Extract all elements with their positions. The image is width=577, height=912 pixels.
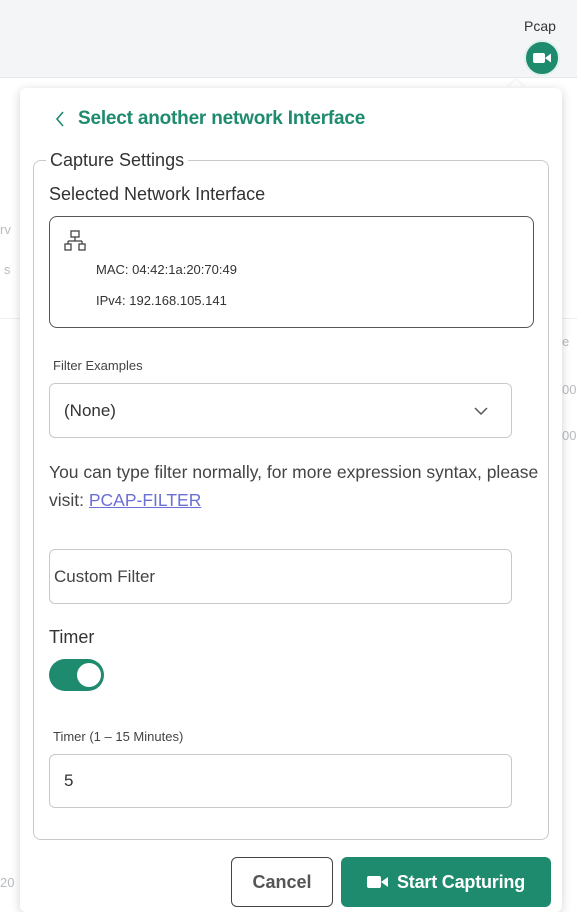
- background-text-fragment: 20: [0, 875, 15, 890]
- pcap-filter-link[interactable]: PCAP-FILTER: [89, 490, 201, 510]
- capture-settings-legend: Capture Settings: [50, 150, 185, 170]
- timer-label: Timer: [49, 627, 95, 647]
- top-bar: [0, 0, 577, 78]
- timer-range-label: Timer (1 – 15 Minutes): [53, 729, 184, 744]
- pcap-label: Pcap: [524, 18, 556, 34]
- background-text-fragment: s: [4, 262, 11, 277]
- network-icon: [64, 230, 86, 251]
- selected-interface-card: MAC: 04:42:1a:20:70:49 IPv4: 192.168.105…: [49, 216, 534, 328]
- video-camera-icon: [366, 876, 388, 888]
- background-text-fragment: rv: [0, 222, 11, 237]
- cancel-button[interactable]: Cancel: [231, 857, 333, 907]
- start-capturing-label: Start Capturing: [396, 871, 525, 892]
- filter-examples-label: Filter Examples: [53, 358, 143, 373]
- filter-examples-select[interactable]: (None): [49, 383, 512, 438]
- pcap-button[interactable]: [524, 40, 560, 76]
- chevron-down-icon: [474, 407, 488, 416]
- back-to-interfaces-link[interactable]: Select another network Interface: [52, 108, 365, 130]
- background-text-fragment: 00: [562, 428, 577, 443]
- video-camera-icon: [533, 53, 551, 63]
- timer-toggle[interactable]: [49, 659, 104, 691]
- selected-interface-title: Selected Network Interface: [49, 184, 266, 204]
- background-text-fragment: e: [562, 334, 570, 349]
- chevron-left-icon: [52, 111, 68, 127]
- timer-minutes-input[interactable]: [49, 754, 512, 808]
- toggle-knob: [77, 663, 101, 687]
- background-text-fragment: 00: [562, 382, 577, 397]
- filter-examples-value: (None): [64, 400, 116, 420]
- start-capturing-button[interactable]: Start Capturing: [341, 857, 551, 907]
- custom-filter-input[interactable]: [49, 549, 512, 604]
- back-label: Select another network Interface: [78, 108, 366, 129]
- filter-help-text: You can type filter normally, for more e…: [49, 458, 539, 514]
- mac-address: MAC: 04:42:1a:20:70:49: [96, 262, 237, 277]
- ipv4-address: IPv4: 192.168.105.141: [96, 293, 227, 308]
